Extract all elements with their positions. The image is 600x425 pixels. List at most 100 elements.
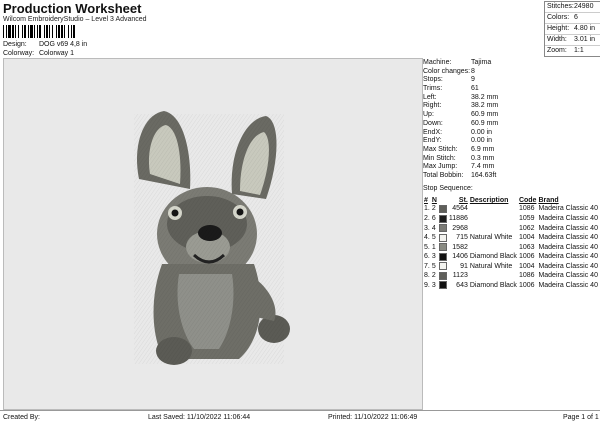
machine-key: Max Jump: <box>423 163 458 171</box>
thread-brand: Madeira Classic 40 <box>538 262 598 270</box>
color-swatch <box>438 205 448 215</box>
needle-number: 6 <box>431 214 436 222</box>
needle-number: 1 <box>431 243 436 251</box>
design-label: Design: <box>3 41 27 48</box>
stat-key: Zoom: <box>547 47 567 54</box>
last-saved: Last Saved: 11/10/2022 11:06:44 <box>148 414 251 421</box>
thread-brand: Madeira Classic 40 <box>538 253 598 261</box>
machine-row: Total Bobbin: 164.63ft <box>423 172 599 181</box>
machine-key: Machine: <box>423 59 452 66</box>
machine-key: Up: <box>423 111 434 119</box>
machine-row: EndX: 0.00 in <box>423 129 599 138</box>
machine-value: 164.63ft <box>471 171 497 179</box>
color-swatch <box>438 243 448 253</box>
stop-sequence-header-row: # N St. Description Code Brand <box>423 196 599 205</box>
thread-brand: Madeira Classic 40 <box>538 205 598 213</box>
machine-row: Stops: 9 <box>423 76 599 85</box>
machine-key: Max Stitch: <box>423 145 458 153</box>
thread-brand: Madeira Classic 40 <box>538 281 598 289</box>
stat-key: Stitches: <box>547 3 574 10</box>
machine-row: Machine: Tajima <box>423 59 599 68</box>
col-number: # <box>424 197 428 204</box>
machine-value: 0.3 mm <box>471 154 495 162</box>
needle-number: 3 <box>431 281 436 289</box>
color-swatch <box>438 281 448 291</box>
thread-code: 1086 <box>518 272 535 280</box>
stop-number: 2. <box>424 214 430 222</box>
thread-brand: Madeira Classic 40 <box>538 224 598 232</box>
needle-number: 4 <box>431 224 436 232</box>
thread-brand: Madeira Classic 40 <box>538 243 598 251</box>
machine-row: Left: 38.2 mm <box>423 94 599 103</box>
stitch-count: 1406 <box>452 253 468 261</box>
colorway-label: Colorway: <box>3 50 35 57</box>
stop-number: 8. <box>424 272 430 280</box>
machine-value: 60.9 mm <box>471 119 499 127</box>
machine-value: 6.9 mm <box>471 145 495 153</box>
machine-key: Stops: <box>423 76 443 84</box>
machine-key: EndX: <box>423 128 443 136</box>
machine-key: Right: <box>423 102 442 110</box>
stat-row: Width: 3.01 in <box>545 35 600 46</box>
page-number: Page 1 of 1 <box>563 414 599 421</box>
thread-description: Diamond Black <box>469 281 517 289</box>
barcode-image <box>3 25 125 38</box>
stop-row: 5. 1 1582 1063 Madeira Classic 40 <box>423 243 599 253</box>
stop-number: 7. <box>424 262 430 270</box>
design-value: DOG v69 4,8 in <box>38 41 88 48</box>
stat-row: Stitches: 24980 <box>545 2 600 13</box>
col-code: Code <box>518 197 537 204</box>
thread-description <box>469 215 518 225</box>
machine-key: Left: <box>423 93 437 101</box>
thread-description: Diamond Black <box>469 253 517 261</box>
thread-code: 1059 <box>518 214 535 222</box>
machine-row: Up: 60.9 mm <box>423 111 599 120</box>
barcode-bar <box>73 25 75 38</box>
machine-value: 60.9 mm <box>471 111 499 119</box>
machine-info: Machine: Tajima Color changes: 8 Stops: 9 Trim… <box>423 59 599 181</box>
machine-value: 7.4 mm <box>471 163 495 171</box>
color-swatch <box>438 224 448 234</box>
thread-code: 1062 <box>518 224 535 232</box>
stat-value: 1:1 <box>574 47 584 54</box>
color-swatch-icon <box>438 233 447 242</box>
stitch-count: 11886 <box>448 214 468 222</box>
machine-row: Right: 38.2 mm <box>423 102 599 111</box>
thread-code: 1004 <box>518 234 535 242</box>
color-swatch <box>438 233 448 244</box>
stat-value: 4.80 in <box>574 25 596 32</box>
stitch-count: 643 <box>456 281 468 289</box>
stop-row: 2. 6 11886 1059 Madeira Classic 40 <box>423 214 599 225</box>
col-stitches: St. <box>458 197 468 204</box>
machine-key: Down: <box>423 119 443 127</box>
stop-row: 9. 3 643 Diamond Black 1006 Madeira Classic 4… <box>423 281 599 291</box>
machine-row: Color changes: 8 <box>423 68 599 77</box>
created-by: Created By: <box>3 414 40 421</box>
stop-number: 4. <box>424 234 430 242</box>
machine-row: EndY: 0.00 in <box>423 137 599 146</box>
thread-description <box>469 272 518 282</box>
color-swatch-icon <box>438 252 447 261</box>
stitch-count: 1123 <box>452 272 468 280</box>
color-swatch-icon <box>438 224 447 233</box>
thread-code: 1063 <box>518 243 535 251</box>
stat-row: Height: 4.80 in <box>545 24 600 35</box>
stitch-count: 1582 <box>452 243 468 251</box>
stop-number: 5. <box>424 243 430 251</box>
stat-key: Colors: <box>547 14 570 21</box>
stitch-count: 4564 <box>452 205 468 213</box>
machine-row: Down: 60.9 mm <box>423 120 599 129</box>
dog-embroidery-image <box>134 111 290 365</box>
printed-date: Printed: 11/10/2022 11:06:49 <box>328 414 418 421</box>
machine-value: 38.2 mm <box>471 93 499 101</box>
thread-description <box>469 224 518 234</box>
thread-brand: Madeira Classic 40 <box>538 272 598 280</box>
machine-key: Total Bobbin: <box>423 171 464 179</box>
stitch-count: 2968 <box>452 224 468 232</box>
needle-number: 3 <box>431 253 436 261</box>
machine-row: Trims: 61 <box>423 85 599 94</box>
stitch-count: 715 <box>456 234 468 242</box>
machine-value: 9 <box>471 76 475 84</box>
thread-code: 1006 <box>518 281 535 289</box>
needle-number: 5 <box>431 234 436 242</box>
